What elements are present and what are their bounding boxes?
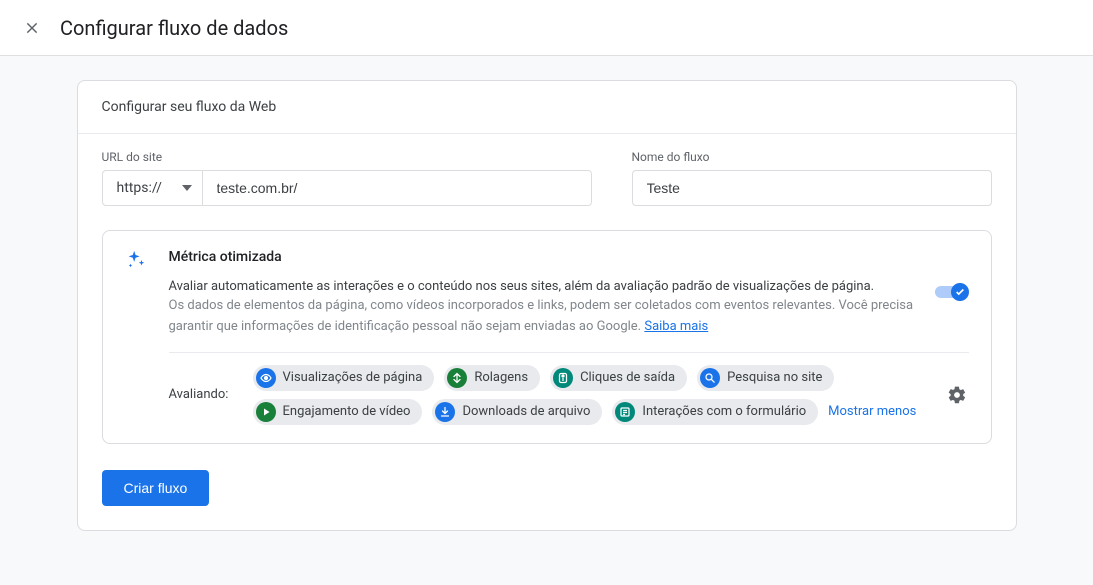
- chevron-down-icon: [182, 185, 192, 191]
- chip-download: Downloads de arquivo: [432, 399, 602, 425]
- enhanced-title: Métrica otimizada: [169, 249, 969, 265]
- measuring-label: Avaliando:: [169, 387, 239, 402]
- divider: [169, 352, 969, 353]
- chip-label: Engajamento de vídeo: [283, 404, 411, 419]
- close-icon: [24, 20, 40, 36]
- card-body: URL do site https:// Nome do fluxo: [78, 134, 1016, 530]
- sparkle-icon: [125, 249, 149, 425]
- url-input-group: https://: [102, 170, 592, 206]
- chip-label: Visualizações de página: [283, 370, 423, 385]
- chip-search: Pesquisa no site: [697, 365, 834, 391]
- chip-play: Engajamento de vídeo: [253, 399, 423, 425]
- eye-icon: [256, 368, 276, 388]
- chip-scroll: Rolagens: [444, 365, 540, 391]
- chip-form: Interações com o formulário: [612, 399, 818, 425]
- enhanced-toggle[interactable]: [933, 283, 969, 301]
- create-stream-button[interactable]: Criar fluxo: [102, 470, 210, 506]
- search-icon: [700, 368, 720, 388]
- chip-label: Downloads de arquivo: [462, 404, 590, 419]
- enhanced-measurement-panel: Métrica otimizada Avaliar automaticament…: [102, 230, 992, 444]
- toggle-thumb: [951, 283, 969, 301]
- chip-label: Rolagens: [474, 370, 528, 385]
- download-icon: [435, 402, 455, 422]
- page-title: Configurar fluxo de dados: [60, 16, 288, 40]
- chip-eye: Visualizações de página: [253, 365, 435, 391]
- show-less-link[interactable]: Mostrar menos: [828, 404, 916, 419]
- form-row: URL do site https:// Nome do fluxo: [102, 150, 992, 206]
- card-section-title: Configurar seu fluxo da Web: [78, 81, 1016, 134]
- enhanced-desc-2: Os dados de elementos da página, como ví…: [169, 296, 917, 338]
- gear-icon: [947, 385, 967, 405]
- chips-container: Visualizações de página Rolagens Cliques d…: [253, 365, 931, 425]
- enhanced-desc-1: Avaliar automaticamente as interações e …: [169, 279, 917, 294]
- url-input[interactable]: [203, 171, 591, 205]
- form-icon: [615, 402, 635, 422]
- url-column: URL do site https://: [102, 150, 592, 206]
- stream-name-label: Nome do fluxo: [632, 150, 992, 164]
- url-label: URL do site: [102, 150, 592, 164]
- play-icon: [256, 402, 276, 422]
- close-button[interactable]: [20, 16, 44, 40]
- measuring-row: Avaliando: Visualizações de página Rolage…: [169, 365, 969, 425]
- chip-exit: Cliques de saída: [550, 365, 687, 391]
- enhanced-desc-2-text: Os dados de elementos da página, como ví…: [169, 298, 914, 334]
- scroll-icon: [447, 368, 467, 388]
- config-card: Configurar seu fluxo da Web URL do site …: [77, 80, 1017, 531]
- check-icon: [955, 287, 965, 297]
- name-column: Nome do fluxo: [632, 150, 992, 206]
- protocol-value: https://: [117, 180, 162, 196]
- page-background: Configurar seu fluxo da Web URL do site …: [0, 56, 1093, 585]
- settings-button[interactable]: [945, 383, 969, 407]
- chip-label: Pesquisa no site: [727, 370, 822, 385]
- protocol-select[interactable]: https://: [103, 171, 203, 205]
- chip-label: Interações com o formulário: [642, 404, 806, 419]
- learn-more-link[interactable]: Saiba mais: [644, 319, 708, 334]
- exit-icon: [553, 368, 573, 388]
- stream-name-input[interactable]: [632, 170, 992, 206]
- chip-label: Cliques de saída: [580, 370, 675, 385]
- dialog-header: Configurar fluxo de dados: [0, 0, 1093, 56]
